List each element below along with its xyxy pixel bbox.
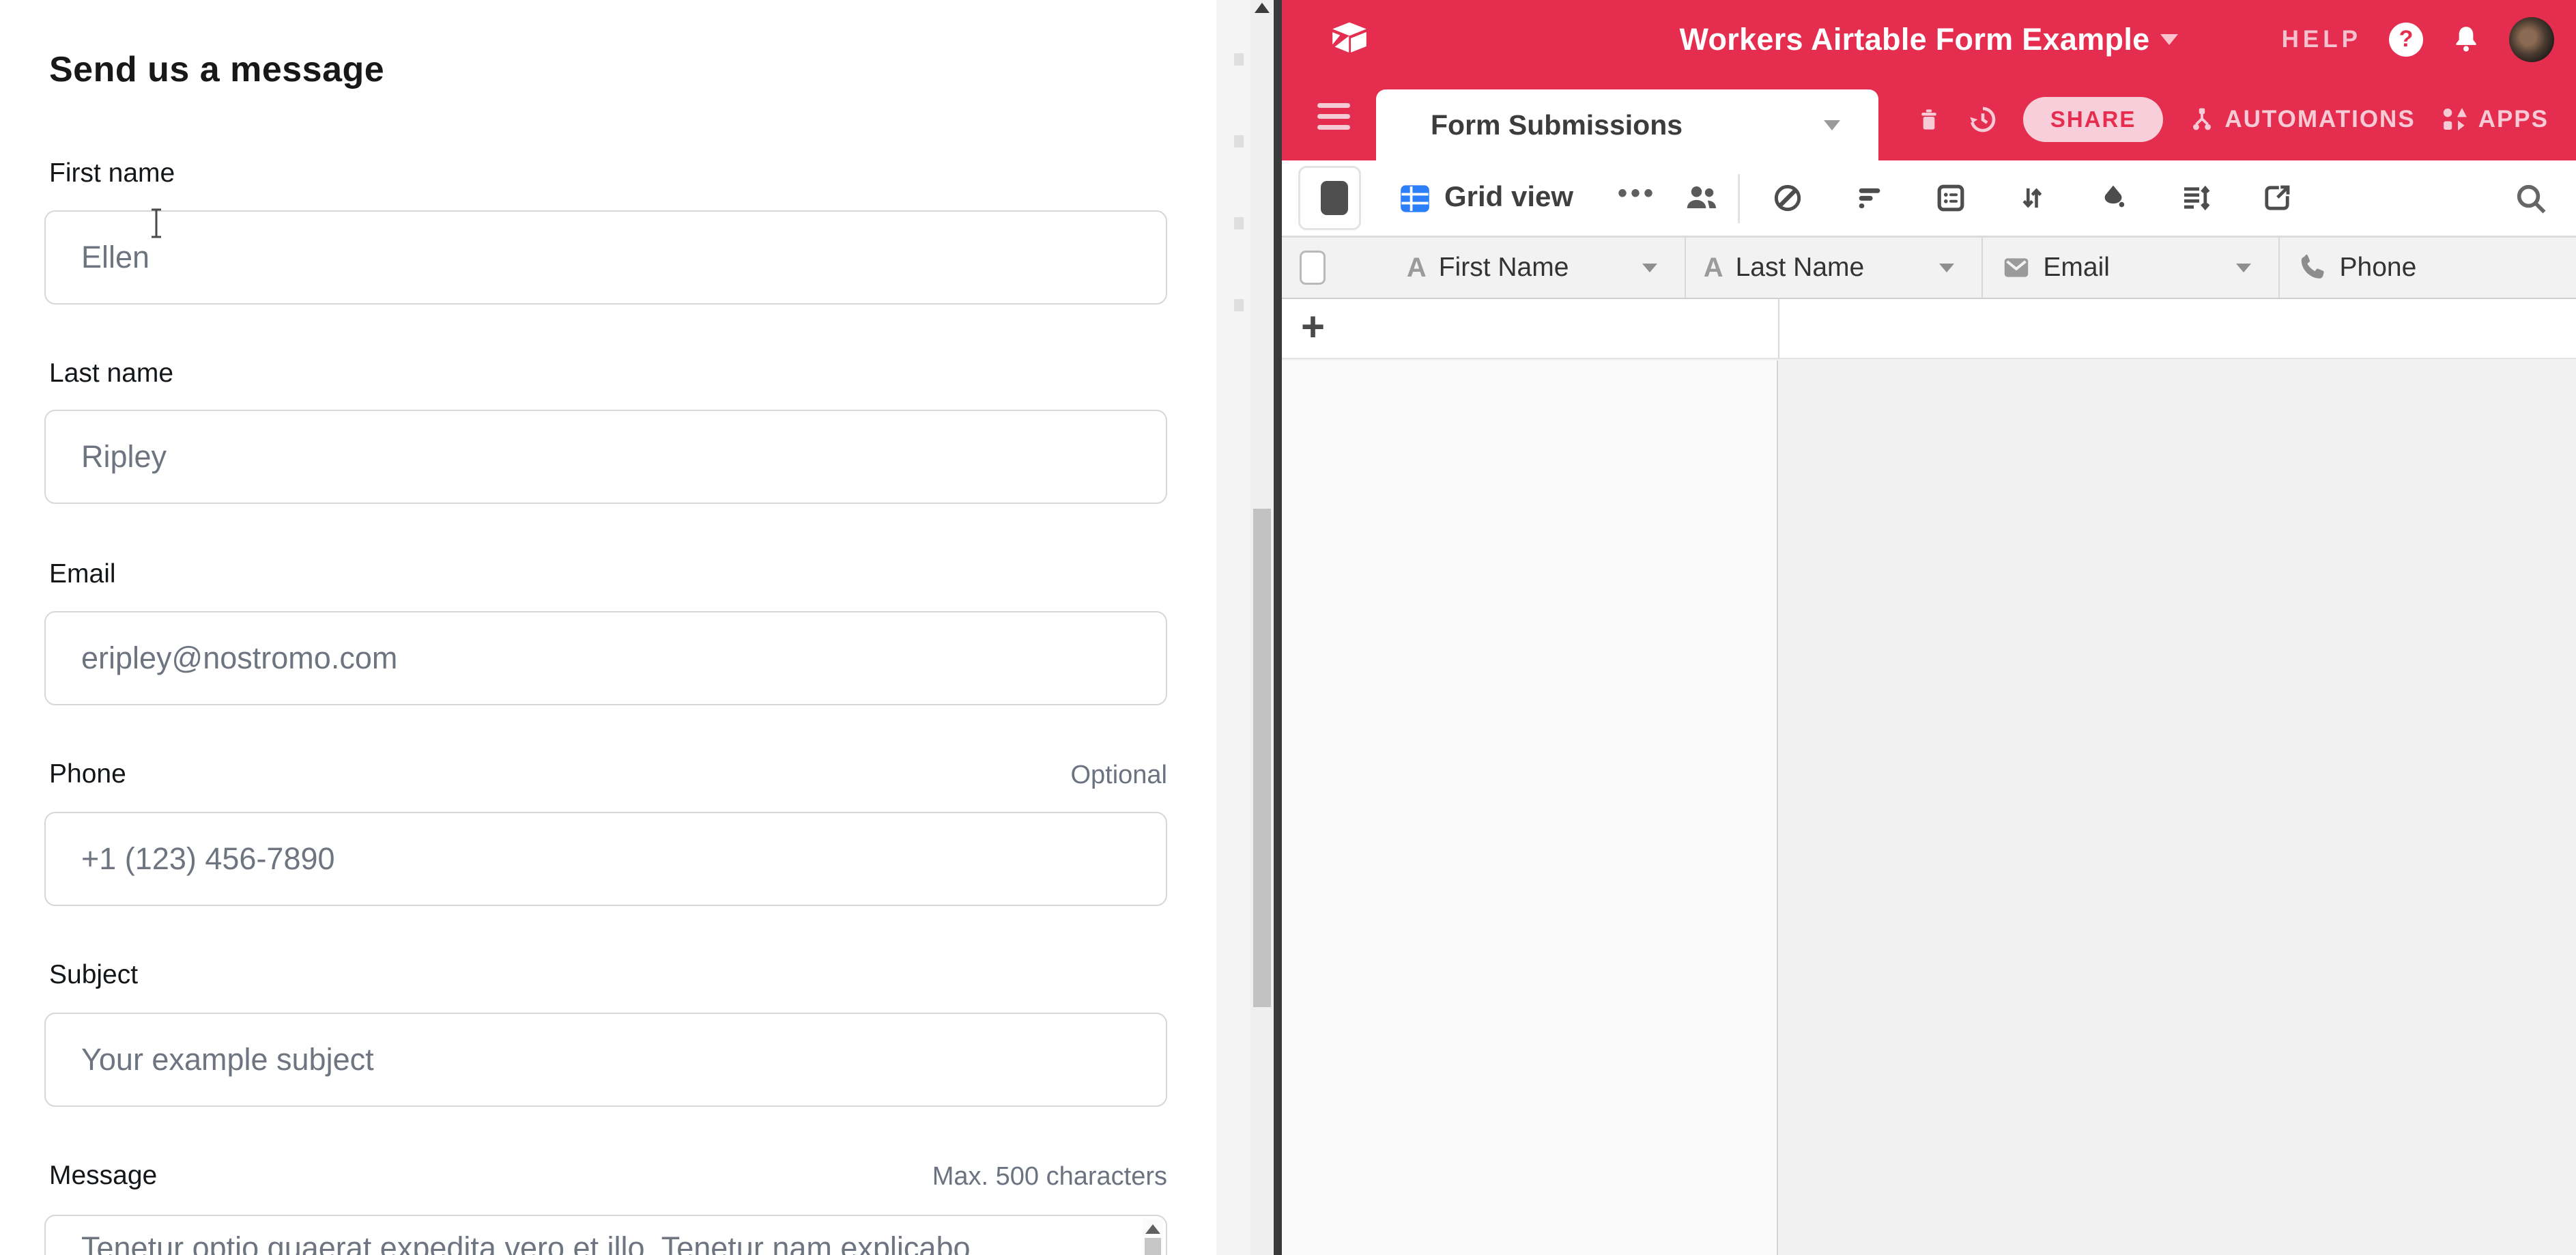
column-header-phone[interactable]: Phone	[2280, 238, 2576, 298]
message-label: Message	[49, 1161, 157, 1191]
message-max-hint: Max. 500 characters	[932, 1162, 1167, 1191]
select-all-checkbox[interactable]	[1300, 251, 1326, 285]
first-name-input[interactable]	[44, 210, 1167, 305]
view-toolbar: Grid view •••	[1282, 160, 2576, 238]
hide-fields-icon[interactable]	[1771, 181, 1805, 215]
phone-icon	[2298, 252, 2329, 283]
form-title: Send us a message	[49, 49, 384, 90]
view-options-icon[interactable]: •••	[1618, 178, 1657, 209]
email-label: Email	[49, 559, 116, 589]
chevron-down-icon[interactable]	[1642, 264, 1657, 272]
help-menu[interactable]: HELP	[2282, 26, 2362, 53]
row-height-icon[interactable]	[2179, 181, 2212, 215]
page-scrollbar-thumb[interactable]	[1253, 509, 1271, 1007]
plus-icon[interactable]: +	[1301, 303, 1325, 350]
scroll-up-icon[interactable]	[1255, 3, 1270, 13]
message-scrollbar-thumb[interactable]	[1145, 1238, 1161, 1255]
group-icon[interactable]	[1934, 181, 1967, 215]
phone-input[interactable]	[44, 812, 1167, 906]
message-textarea[interactable]: Tenetur optio quaerat expedita vero et i…	[44, 1215, 1167, 1255]
grid-body	[1282, 361, 2576, 1255]
grid-header-row: A First Name A Last Name Email	[1282, 238, 2576, 299]
select-all-cell	[1282, 238, 1362, 298]
grid-view-icon[interactable]	[1398, 182, 1432, 216]
add-row[interactable]: +	[1282, 299, 2576, 359]
gutter-mark	[1234, 299, 1244, 311]
page-scrollbar[interactable]	[1250, 0, 1274, 1255]
column-header-first-name[interactable]: A First Name	[1362, 238, 1686, 298]
tab-form-submissions[interactable]: Form Submissions	[1376, 89, 1878, 160]
bell-icon[interactable]	[2450, 23, 2482, 57]
screen: Send us a message First name Last name E…	[0, 0, 2576, 1255]
text-cursor-icon	[147, 208, 165, 239]
gutter-mark	[1234, 217, 1244, 229]
color-icon[interactable]	[2097, 181, 2130, 215]
column-header-last-name[interactable]: A Last Name	[1686, 238, 1984, 298]
apps-button[interactable]: APPS	[2440, 104, 2549, 135]
user-avatar[interactable]	[2509, 17, 2554, 62]
gutter-mark	[1234, 53, 1244, 66]
message-text: Tenetur optio quaerat expedita vero et i…	[81, 1227, 1104, 1255]
collaborators-icon[interactable]	[1682, 180, 1720, 215]
filter-icon[interactable]	[1854, 181, 1885, 215]
chevron-down-icon[interactable]	[1824, 120, 1840, 130]
airtable-tabbar: Form Submissions SHARE	[1282, 79, 2576, 160]
sidebar-icon	[1321, 181, 1348, 215]
share-view-icon[interactable]	[2261, 181, 2293, 215]
scroll-up-icon[interactable]	[1145, 1224, 1160, 1234]
subject-input[interactable]	[44, 1013, 1167, 1107]
menu-icon[interactable]	[1317, 103, 1350, 130]
search-icon[interactable]	[2513, 181, 2549, 216]
base-title[interactable]: Workers Airtable Form Example	[1680, 22, 2150, 57]
text-field-icon: A	[1704, 253, 1723, 283]
chevron-down-icon[interactable]	[2236, 264, 2251, 272]
airtable-pane: Workers Airtable Form Example HELP ? For…	[1282, 0, 2576, 1255]
pane-gutter	[1216, 0, 1250, 1255]
history-icon[interactable]	[1967, 104, 1999, 135]
subject-label: Subject	[49, 960, 138, 990]
email-input[interactable]	[44, 611, 1167, 705]
chevron-down-icon[interactable]	[1939, 264, 1954, 272]
column-separator	[1778, 299, 1779, 358]
window-divider	[1274, 0, 1282, 1255]
envelope-icon	[2001, 253, 2032, 283]
active-table-name: Form Submissions	[1431, 109, 1824, 141]
last-name-input[interactable]	[44, 410, 1167, 504]
text-field-icon: A	[1407, 253, 1427, 283]
gutter-mark	[1234, 135, 1244, 147]
phone-label: Phone	[49, 759, 126, 789]
trash-icon[interactable]	[1915, 104, 1943, 135]
share-button[interactable]: SHARE	[2023, 97, 2164, 142]
chevron-down-icon[interactable]	[2160, 34, 2178, 45]
column-header-email[interactable]: Email	[1983, 238, 2279, 298]
view-name[interactable]: Grid view	[1444, 180, 1573, 213]
last-name-label: Last name	[49, 358, 173, 389]
sort-icon[interactable]	[2016, 181, 2048, 215]
message-scrollbar[interactable]	[1143, 1219, 1163, 1255]
automations-icon	[2188, 104, 2216, 135]
phone-optional-hint: Optional	[1070, 761, 1167, 790]
airtable-topbar: Workers Airtable Form Example HELP ?	[1282, 0, 2576, 79]
contact-form-pane: Send us a message First name Last name E…	[0, 0, 1216, 1255]
help-icon[interactable]: ?	[2389, 23, 2423, 57]
toolbar-divider	[1738, 174, 1740, 223]
apps-icon	[2440, 104, 2470, 135]
first-name-label: First name	[49, 158, 175, 188]
view-sidebar-toggle[interactable]	[1298, 166, 1361, 230]
grid-body-primary-column	[1282, 361, 1778, 1255]
automations-button[interactable]: AUTOMATIONS	[2188, 104, 2415, 135]
